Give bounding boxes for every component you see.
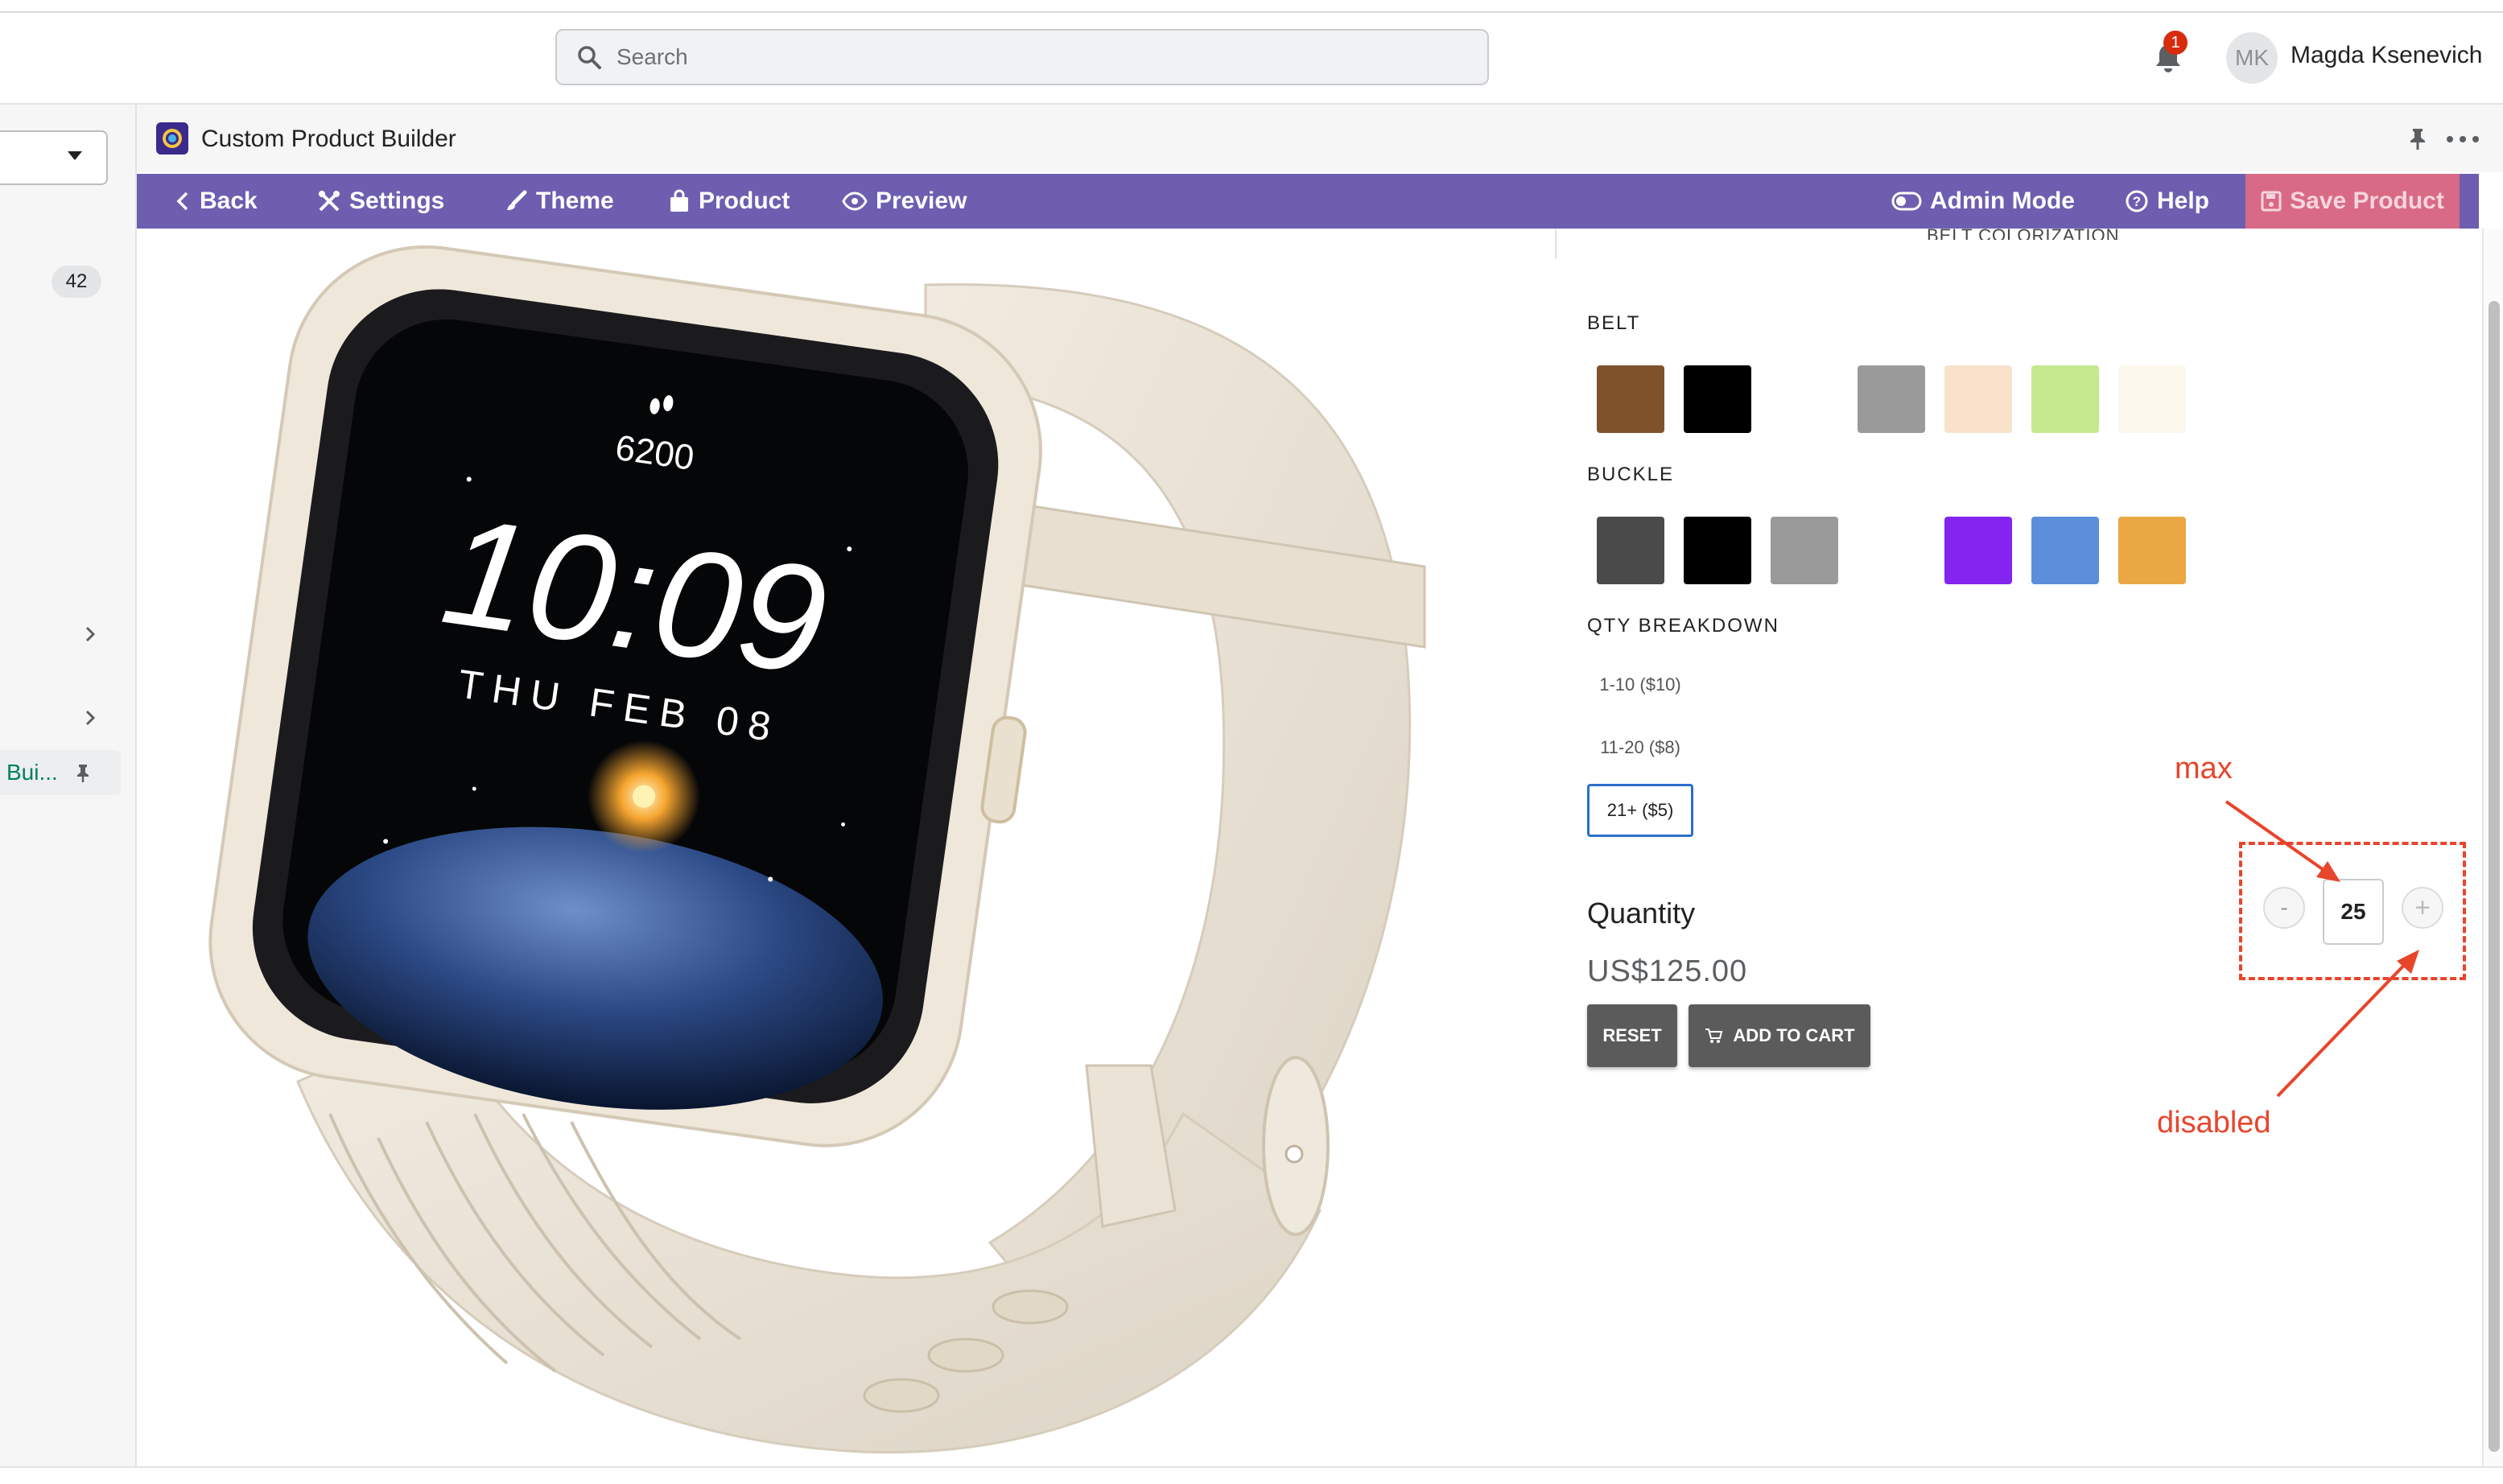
- belt-color-swatch[interactable]: [1684, 365, 1751, 433]
- buckle-color-swatch[interactable]: [1597, 517, 1664, 584]
- window-bottom-edge: [0, 1466, 2503, 1484]
- builder-canvas: 6200 10:09 THU FEB 08 BELT COLORIZATION …: [137, 229, 2479, 1466]
- buckle-color-swatch[interactable]: [1944, 517, 2012, 584]
- browser-top-edge: [0, 0, 2503, 13]
- app-header: Custom Product Builder: [137, 105, 2503, 172]
- svg-text:?: ?: [2133, 194, 2141, 209]
- more-actions-icon[interactable]: [2447, 127, 2479, 151]
- tools-icon: [319, 191, 340, 212]
- buckle-color-swatch[interactable]: [2118, 517, 2186, 584]
- search-input[interactable]: Search: [555, 29, 1489, 85]
- back-button[interactable]: Back: [174, 174, 258, 229]
- help-button[interactable]: ? Help: [2125, 174, 2209, 229]
- belt-color-swatch[interactable]: [1944, 365, 2012, 433]
- sidebar-count-badge: 42: [52, 266, 101, 298]
- avatar[interactable]: MK: [2226, 32, 2278, 84]
- brush-icon: [507, 190, 527, 210]
- buckle-color-swatch[interactable]: [1684, 517, 1751, 584]
- save-product-label: Save Product: [2290, 188, 2444, 214]
- chevron-right-icon[interactable]: [80, 708, 100, 728]
- caret-down-icon: [68, 151, 82, 160]
- product-label: Product: [699, 188, 790, 214]
- belt-color-swatch[interactable]: [1597, 365, 1664, 433]
- back-label: Back: [200, 188, 258, 214]
- scrollbar-thumb[interactable]: [2489, 301, 2500, 1452]
- preview-label: Preview: [876, 188, 967, 214]
- pin-icon[interactable]: [2405, 126, 2431, 151]
- search-icon: [575, 43, 604, 72]
- app-title: Custom Product Builder: [201, 126, 456, 152]
- store-select-dropdown[interactable]: [0, 130, 108, 185]
- theme-label: Theme: [536, 188, 614, 214]
- eye-icon: [842, 192, 868, 211]
- settings-button[interactable]: Settings: [317, 174, 444, 229]
- admin-mode-label: Admin Mode: [1930, 188, 2075, 214]
- pin-icon[interactable]: [72, 762, 93, 783]
- user-name[interactable]: Magda Ksenevich: [2291, 42, 2482, 69]
- settings-label: Settings: [349, 188, 445, 214]
- shopping-bag-icon: [670, 189, 688, 212]
- builder-toolbar: Back Settings Theme Product Preview Admi…: [137, 174, 2479, 229]
- sidebar: 42 Bui...: [0, 105, 137, 1466]
- sidebar-item-label: Bui...: [6, 760, 58, 785]
- buckle-color-swatch[interactable]: [1858, 517, 1925, 584]
- product-button[interactable]: Product: [668, 174, 790, 229]
- help-icon: ?: [2126, 190, 2148, 212]
- search-placeholder: Search: [616, 44, 688, 69]
- preview-button[interactable]: Preview: [842, 174, 967, 229]
- save-product-button[interactable]: Save Product: [2245, 174, 2460, 229]
- chevron-left-icon: [176, 192, 188, 211]
- belt-color-swatch[interactable]: [2031, 365, 2099, 433]
- help-label: Help: [2157, 188, 2210, 214]
- buckle-color-swatch[interactable]: [1771, 517, 1838, 584]
- buckle-color-swatch[interactable]: [2031, 517, 2099, 584]
- chevron-right-icon[interactable]: [80, 625, 100, 644]
- notification-badge: 1: [2163, 31, 2188, 55]
- scrollbar[interactable]: [2482, 229, 2503, 1466]
- app-logo-icon: [156, 122, 188, 155]
- save-icon: [2261, 191, 2282, 212]
- toggle-icon: [1891, 192, 1922, 211]
- belt-color-swatch[interactable]: [1771, 365, 1838, 433]
- admin-mode-toggle[interactable]: Admin Mode: [1891, 174, 2075, 229]
- sidebar-item-product-builder[interactable]: Bui...: [0, 750, 121, 795]
- theme-button[interactable]: Theme: [504, 174, 614, 229]
- belt-color-swatch[interactable]: [1858, 365, 1925, 433]
- belt-color-swatch[interactable]: [2118, 365, 2186, 433]
